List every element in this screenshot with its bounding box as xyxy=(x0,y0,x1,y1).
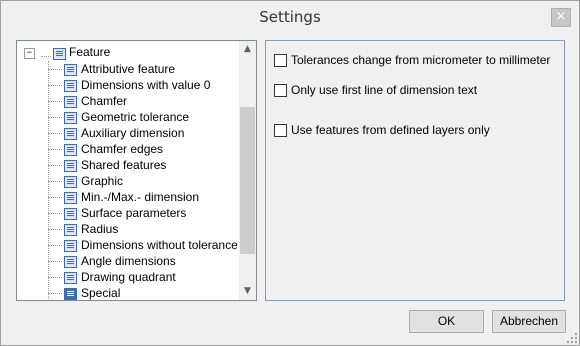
tree-item[interactable]: Dimensions without tolerance xyxy=(48,237,248,253)
list-icon xyxy=(64,80,77,92)
tree-connector xyxy=(48,69,62,70)
tree-connector xyxy=(48,197,62,198)
tree-item-label: Auxiliary dimension xyxy=(81,126,185,140)
list-icon-selected xyxy=(64,288,77,300)
tree-item[interactable]: Dimensions with value 0 xyxy=(48,77,248,93)
tree-connector xyxy=(48,181,62,182)
list-icon xyxy=(64,144,77,156)
resize-grip-icon[interactable] xyxy=(567,333,577,343)
tree-item[interactable]: Auxiliary dimension xyxy=(48,125,248,141)
tree-item[interactable]: Attributive feature xyxy=(48,61,248,77)
list-icon xyxy=(53,48,66,60)
scroll-down-icon[interactable]: ▼ xyxy=(239,283,256,300)
list-icon xyxy=(64,192,77,204)
list-icon xyxy=(64,224,77,236)
tree-connector xyxy=(48,277,62,278)
tree-item[interactable]: Chamfer xyxy=(48,93,248,109)
tree-item-label: Min.-/Max.- dimension xyxy=(81,190,200,204)
list-icon xyxy=(64,208,77,220)
tree-item-label: Radius xyxy=(81,222,119,236)
tree-item[interactable]: Special xyxy=(48,285,248,300)
tree-item[interactable]: Drawing quadrant xyxy=(48,269,248,285)
tree-item[interactable]: Shared features xyxy=(48,157,248,173)
collapse-icon[interactable]: − xyxy=(24,48,35,59)
tree-item-label: Surface parameters xyxy=(81,206,187,220)
list-icon xyxy=(64,128,77,140)
tree-connector xyxy=(48,117,62,118)
list-icon xyxy=(64,256,77,268)
tree-connector xyxy=(48,229,62,230)
cancel-button[interactable]: Abbrechen xyxy=(492,310,566,333)
tree-connector xyxy=(48,101,62,102)
tree-scrollbar[interactable]: ▲ ▼ xyxy=(239,41,256,300)
tree-item-label: Dimensions with value 0 xyxy=(81,78,211,92)
option-label: Use features from defined layers only xyxy=(291,123,490,137)
tree-connector xyxy=(48,293,62,294)
tree-item-label: Angle dimensions xyxy=(81,254,176,268)
tree-item-label: Graphic xyxy=(81,174,124,188)
scroll-up-icon[interactable]: ▲ xyxy=(239,41,256,58)
tree-item-label: Attributive feature xyxy=(81,62,176,76)
tree-item-label: Geometric tolerance xyxy=(81,110,190,124)
tree-item[interactable]: Geometric tolerance xyxy=(48,109,248,125)
list-icon xyxy=(64,160,77,172)
tree-item-label: Shared features xyxy=(81,158,167,172)
tree-connector xyxy=(41,56,51,57)
tree-connector xyxy=(48,261,62,262)
list-icon xyxy=(64,96,77,108)
tree-connector xyxy=(48,149,62,150)
list-icon xyxy=(64,64,77,76)
list-icon xyxy=(64,240,77,252)
tree-item-label: Drawing quadrant xyxy=(81,270,176,284)
tree-root-label: Feature xyxy=(69,45,111,59)
tree-connector xyxy=(48,85,62,86)
options-panel: Tolerances change from micrometer to mil… xyxy=(265,40,565,301)
close-button[interactable]: × xyxy=(551,8,571,27)
title-bar: Settings × xyxy=(1,1,579,32)
list-icon xyxy=(64,112,77,124)
tree-item[interactable]: Angle dimensions xyxy=(48,253,248,269)
ok-button[interactable]: OK xyxy=(409,310,484,333)
tree-item[interactable]: Surface parameters xyxy=(48,205,248,221)
tree-item[interactable]: Min.-/Max.- dimension xyxy=(48,189,248,205)
tree-item-label: Special xyxy=(81,286,121,300)
tree-item-label: Chamfer edges xyxy=(81,142,164,156)
tree-connector xyxy=(48,165,62,166)
list-icon xyxy=(64,176,77,188)
option-label: Tolerances change from micrometer to mil… xyxy=(291,53,551,67)
tree-item[interactable]: Radius xyxy=(48,221,248,237)
scroll-thumb[interactable] xyxy=(240,107,255,254)
checkbox[interactable] xyxy=(274,54,287,67)
tree-connector xyxy=(48,133,62,134)
tree-connector xyxy=(48,213,62,214)
tree-item[interactable]: Chamfer edges xyxy=(48,141,248,157)
settings-dialog: Settings × − Feature Attributive feature… xyxy=(0,0,580,346)
tree-item-label: Dimensions without tolerance xyxy=(81,238,238,252)
feature-tree[interactable]: − Feature Attributive feature Dimensions … xyxy=(16,40,257,301)
tree-connector xyxy=(48,245,62,246)
option-label: Only use first line of dimension text xyxy=(291,83,478,97)
checkbox[interactable] xyxy=(274,124,287,137)
tree-item[interactable]: Graphic xyxy=(48,173,248,189)
dialog-title: Settings xyxy=(259,8,321,26)
list-icon xyxy=(64,272,77,284)
tree-item-label: Chamfer xyxy=(81,94,128,108)
checkbox[interactable] xyxy=(274,84,287,97)
